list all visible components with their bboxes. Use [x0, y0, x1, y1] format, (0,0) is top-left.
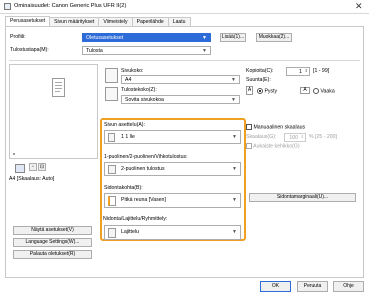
- restore-defaults-button[interactable]: Palauta oletukset(R): [13, 250, 92, 259]
- settings-toggle-button[interactable]: ⊡: [38, 163, 46, 171]
- paper-size-value: A4: [125, 77, 132, 83]
- checkbox[interactable]: [246, 124, 252, 130]
- output-size-select[interactable]: Sovita sivukokoa ▼: [121, 95, 240, 104]
- scale-input[interactable]: 100 ⇕: [284, 133, 306, 142]
- add-profile-button[interactable]: Lisää(1)...: [220, 33, 246, 42]
- printer-icon: [4, 3, 11, 10]
- page-layout-select[interactable]: 1 1 lle ▼: [104, 130, 241, 144]
- landscape-icon: A: [300, 87, 310, 94]
- title-bar: Ominaisuudet: Canon Generic Plus UFR II(…: [0, 0, 369, 14]
- radio-selected[interactable]: [257, 88, 263, 94]
- spinner-icon[interactable]: ⇕: [301, 134, 304, 139]
- printer-preview-icon: [15, 164, 25, 173]
- duplex-select[interactable]: 2-puolinen tulostus ▼: [104, 162, 241, 176]
- collate-icon: [108, 228, 116, 238]
- scale-value: 100: [289, 135, 298, 141]
- profile-select[interactable]: Oletusasetukset ▼: [82, 33, 211, 42]
- finishing-value: Lajittelu: [121, 229, 139, 235]
- finishing-label: Nidonta/Lajittelu/Ryhmittely:: [103, 216, 168, 222]
- output-method-value: Tulosta: [86, 48, 103, 54]
- copies-range: [1 - 99]: [313, 68, 330, 74]
- chevron-down-icon: ▼: [231, 97, 236, 103]
- binding-value: Pitkä reuna [Vasen]: [121, 197, 166, 203]
- orientation-label: Suunta(E):: [246, 77, 271, 83]
- window-title: Ominaisuudet: Canon Generic Plus UFR II(…: [14, 3, 127, 9]
- tab-quality[interactable]: Laatu: [167, 17, 191, 26]
- output-method-select[interactable]: Tulosta ▼: [82, 46, 211, 55]
- tab-paper-source[interactable]: Paperilähde: [131, 17, 169, 26]
- checkbox[interactable]: [246, 143, 252, 149]
- cancel-button[interactable]: Peruuta: [297, 281, 328, 292]
- binding-label: Sidontakohta(B):: [104, 185, 143, 191]
- page-layout-label: Sivun asettelu(A):: [104, 122, 145, 128]
- chevron-down-icon: ▼: [232, 166, 237, 172]
- radio-unselected[interactable]: [313, 88, 319, 94]
- tab-bar: Perusasetukset Sivun määritykset Viimeis…: [5, 16, 191, 26]
- output-method-label: Tulostustapa(M):: [10, 47, 49, 53]
- close-icon[interactable]: ✕: [355, 1, 363, 11]
- chevron-down-icon: ▼: [202, 48, 207, 54]
- finishing-select[interactable]: Lajittelu ▼: [104, 225, 241, 240]
- chevron-down-icon: ▼: [232, 229, 237, 235]
- copies-label: Kopioita(C):: [246, 68, 274, 74]
- portrait-icon: A: [246, 86, 253, 95]
- frame-checkbox[interactable]: Aukaiste kehikko(G): [246, 143, 300, 149]
- scale-label: Skaalaus(G):: [246, 134, 277, 140]
- landscape-label: Vaaka: [320, 88, 335, 95]
- profile-value: Oletusasetukset: [86, 35, 124, 41]
- page-layout-value: 1 1 lle: [121, 134, 135, 140]
- output-size-label: Tulostekoko(Z):: [121, 87, 157, 93]
- binding-select[interactable]: Pitkä reuna [Vasen] ▼: [104, 193, 241, 208]
- paper-size-icon: [105, 68, 118, 83]
- paper-size-label: Sivukoko:: [121, 68, 144, 74]
- scale-range: % [25 - 200]: [309, 134, 337, 140]
- landscape-radio[interactable]: Vaaka: [313, 88, 335, 94]
- preview-toggle-button[interactable]: ▫: [29, 163, 37, 171]
- language-settings-button[interactable]: Language Settings(W)...: [13, 238, 92, 247]
- ok-button[interactable]: OK: [260, 281, 291, 292]
- show-settings-button[interactable]: Näytä asetukset(V): [13, 226, 92, 235]
- chevron-down-icon: ▼: [231, 77, 236, 83]
- duplex-value: 2-puolinen tulostus: [121, 166, 165, 172]
- tab-finishing[interactable]: Viimeistely: [98, 17, 133, 26]
- frame-label: Aukaiste kehikko(G): [253, 143, 300, 150]
- output-size-value: Sovita sivukokoa: [125, 97, 164, 103]
- copies-input[interactable]: 1 ⇕: [286, 67, 310, 76]
- divider: [9, 60, 360, 61]
- chevron-down-icon: ▼: [232, 197, 237, 203]
- page-preview-icon: [52, 78, 65, 97]
- help-button[interactable]: Ohje: [333, 281, 364, 292]
- spinner-icon[interactable]: ⇕: [305, 68, 308, 73]
- portrait-label: Pysty: [264, 88, 278, 95]
- binding-icon: [108, 196, 116, 206]
- output-size-icon: [105, 87, 118, 101]
- copies-value: 1: [299, 69, 302, 75]
- edit-profile-button[interactable]: Muokkaa(2)...: [256, 33, 292, 42]
- tab-page-setup[interactable]: Sivun määritykset: [49, 17, 100, 26]
- profile-label: Profiili:: [10, 34, 26, 40]
- manual-scaling-checkbox[interactable]: Manuaalinen skaalaus: [246, 124, 305, 130]
- manual-scaling-label: Manuaalinen skaalaus: [253, 124, 306, 131]
- portrait-radio[interactable]: Pysty: [257, 88, 277, 94]
- duplex-label: 1-puolinen/2-puolinen/Vihkotulostus:: [104, 154, 188, 160]
- duplex-icon: [108, 165, 116, 174]
- paper-size-select[interactable]: A4 ▼: [121, 75, 240, 84]
- preview-area: [9, 64, 98, 159]
- binding-margin-button[interactable]: Sidontamarginaali(U)...: [249, 193, 356, 202]
- tab-basic[interactable]: Perusasetukset: [5, 16, 51, 26]
- preview-caption: A4 [Skaalaus: Auto]: [9, 176, 55, 182]
- chevron-down-icon: ▼: [232, 134, 237, 140]
- page-layout-icon: [108, 133, 115, 142]
- chevron-down-icon: ▼: [202, 35, 207, 41]
